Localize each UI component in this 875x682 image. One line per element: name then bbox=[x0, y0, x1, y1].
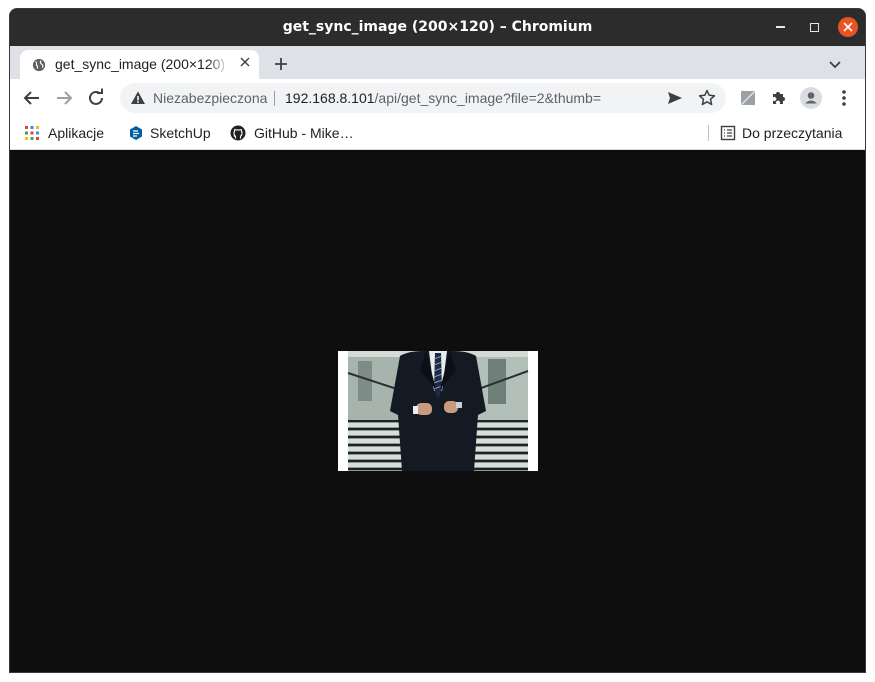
businessman-photo bbox=[338, 351, 538, 471]
bookmark-sketchup[interactable]: SketchUp bbox=[128, 117, 218, 149]
reload-icon bbox=[89, 88, 103, 105]
reload-button[interactable] bbox=[84, 86, 108, 110]
close-icon bbox=[843, 22, 853, 32]
back-button[interactable] bbox=[20, 86, 44, 110]
address-separator bbox=[274, 91, 275, 106]
sketchup-icon bbox=[130, 126, 142, 140]
close-icon bbox=[240, 57, 250, 67]
plus-icon bbox=[275, 58, 287, 70]
reading-list-button[interactable]: Do przeczytania bbox=[720, 117, 860, 149]
forward-button[interactable] bbox=[52, 86, 76, 110]
apps-grid-icon bbox=[25, 126, 39, 140]
maximize-button[interactable] bbox=[804, 17, 824, 37]
toolbar: Niezabezpieczona 192.168.8.101/api/get_s… bbox=[10, 79, 865, 117]
bookmark-apps[interactable]: Aplikacje bbox=[24, 117, 114, 149]
bookmarks-bar: Aplikacje SketchUp GitHub - Mike… Do prz… bbox=[10, 117, 865, 150]
tab-label-fade bbox=[207, 50, 229, 79]
tab-label: get_sync_image (200×120) bbox=[55, 56, 226, 72]
github-icon bbox=[230, 125, 246, 141]
arrow-left-icon bbox=[23, 91, 39, 105]
tab-close-button[interactable] bbox=[237, 56, 253, 72]
bookmark-label: Aplikacje bbox=[48, 125, 105, 141]
kebab-menu-icon bbox=[842, 90, 846, 106]
warning-icon[interactable] bbox=[130, 90, 146, 106]
url-host: 192.168.8.101 bbox=[285, 90, 375, 106]
title-bar: get_sync_image (200×120) – Chromium bbox=[10, 9, 865, 46]
reading-list-icon bbox=[720, 125, 736, 141]
close-window-button[interactable] bbox=[838, 17, 858, 37]
menu-button[interactable] bbox=[832, 86, 856, 110]
browser-window: get_sync_image (200×120) – Chromium get_… bbox=[9, 8, 866, 673]
page-content bbox=[10, 151, 865, 672]
bookmark-github[interactable]: GitHub - Mike… bbox=[230, 117, 370, 149]
puzzle-icon bbox=[773, 92, 785, 104]
extension-tile-icon bbox=[740, 90, 756, 106]
star-icon[interactable] bbox=[698, 89, 716, 107]
minimize-button[interactable] bbox=[770, 17, 790, 37]
window-title: get_sync_image (200×120) – Chromium bbox=[282, 19, 593, 35]
tab-active[interactable]: get_sync_image (200×120) bbox=[20, 50, 259, 79]
maximize-icon bbox=[809, 22, 819, 32]
bookmark-label: SketchUp bbox=[150, 125, 211, 141]
bookmarks-divider bbox=[708, 125, 709, 141]
url-path: /api/get_sync_image?file=2&thumb= bbox=[374, 90, 602, 106]
address-bar[interactable]: Niezabezpieczona 192.168.8.101/api/get_s… bbox=[120, 83, 726, 113]
url-text[interactable]: 192.168.8.101/api/get_sync_image?file=2&… bbox=[285, 83, 601, 113]
bookmark-label: GitHub - Mike… bbox=[254, 125, 354, 141]
profile-button[interactable] bbox=[799, 86, 823, 110]
new-tab-button[interactable] bbox=[270, 53, 292, 75]
arrow-right-icon bbox=[57, 91, 73, 105]
send-icon[interactable] bbox=[666, 89, 684, 107]
extensions-button[interactable] bbox=[767, 86, 791, 110]
minimize-icon bbox=[775, 26, 785, 28]
avatar-icon bbox=[800, 87, 822, 109]
chevron-down-icon bbox=[829, 61, 841, 69]
reading-list-label: Do przeczytania bbox=[742, 125, 843, 141]
businessman-photo-image[interactable] bbox=[338, 351, 538, 471]
tab-strip: get_sync_image (200×120) bbox=[10, 46, 865, 79]
extension-button[interactable] bbox=[736, 86, 760, 110]
tab-search-button[interactable] bbox=[828, 55, 848, 73]
security-label[interactable]: Niezabezpieczona bbox=[153, 83, 267, 113]
globe-icon bbox=[32, 58, 46, 72]
